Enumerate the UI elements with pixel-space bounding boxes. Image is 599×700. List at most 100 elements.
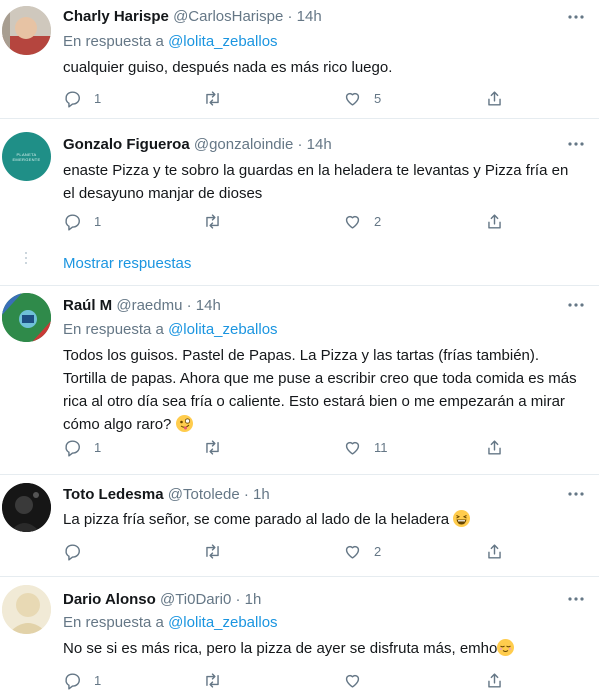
zany-face-icon [175, 415, 193, 432]
tweet-actions: 1 11 [63, 436, 563, 458]
reply-handle-link[interactable]: @lolita_zeballos [168, 33, 277, 50]
user-handle[interactable]: @Totolede [168, 486, 240, 503]
tweet[interactable]: Charly Harispe @CarlosHarispe · 14h En r… [0, 0, 599, 118]
tweet[interactable]: Toto Ledesma @Totolede · 1h La pizza frí… [0, 475, 599, 575]
reply-icon [65, 543, 80, 561]
more-options-icon[interactable] [567, 296, 585, 314]
like-count: 11 [374, 439, 388, 455]
timestamp[interactable]: 14h [297, 8, 322, 25]
reply-count: 1 [94, 439, 102, 455]
like-button[interactable]: 5 [343, 87, 381, 109]
user-name[interactable]: Charly Harispe [63, 8, 169, 25]
like-button[interactable] [343, 669, 374, 691]
like-button[interactable]: 11 [343, 436, 388, 458]
avatar[interactable]: PLANETA EMERGENTE [2, 132, 51, 181]
reply-handle-link[interactable]: @lolita_zeballos [168, 321, 277, 338]
like-count: 2 [374, 213, 382, 229]
reply-button[interactable]: 1 [63, 669, 101, 691]
separator: · [235, 591, 241, 608]
tweet-actions: 1 5 [63, 87, 563, 109]
retweet-button[interactable] [203, 669, 234, 691]
retweet-button[interactable] [203, 87, 234, 109]
reply-prefix: En respuesta a [63, 33, 164, 50]
reply-count: 1 [94, 672, 102, 688]
reply-icon [65, 90, 80, 108]
more-options-icon[interactable] [567, 8, 585, 26]
like-button[interactable]: 2 [343, 210, 381, 232]
reply-button[interactable]: 1 [63, 436, 101, 458]
more-options-icon[interactable] [567, 135, 585, 153]
user-handle[interactable]: @gonzaloindie [194, 136, 293, 153]
retweet-button[interactable] [203, 210, 234, 232]
avatar[interactable] [2, 483, 51, 532]
tweet-text-content: No se si es más rica, pero la pizza de a… [63, 640, 498, 657]
tweet-actions: 1 [63, 669, 563, 691]
share-icon [488, 672, 501, 688]
heart-icon [345, 215, 360, 229]
like-button[interactable]: 2 [343, 540, 381, 562]
retweet-icon [206, 672, 219, 688]
user-handle[interactable]: @raedmu [116, 297, 182, 314]
like-count: 2 [374, 543, 382, 559]
reply-button[interactable]: 1 [63, 87, 101, 109]
reply-handle-link[interactable]: @lolita_zeballos [168, 614, 277, 631]
timestamp[interactable]: 1h [245, 591, 262, 608]
share-button[interactable] [485, 210, 504, 232]
share-button[interactable] [485, 540, 504, 562]
reply-button[interactable] [63, 540, 94, 562]
tweet[interactable]: Raúl M @raedmu · 14h En respuesta a @lol… [0, 286, 599, 467]
heart-icon [345, 674, 360, 688]
user-name[interactable]: Gonzalo Figueroa [63, 136, 190, 153]
reply-button[interactable]: 1 [63, 210, 101, 232]
user-name[interactable]: Dario Alonso [63, 591, 156, 608]
tweet-text: cualquier guiso, después nada es más ric… [63, 59, 393, 76]
share-button[interactable] [485, 436, 504, 458]
tweet[interactable]: Dario Alonso @Ti0Dari0 · 1h En respuesta… [0, 577, 599, 700]
tweet-actions: 1 2 [63, 210, 563, 232]
heart-icon [345, 92, 360, 106]
reply-icon [65, 672, 80, 690]
tweet-text: Todos los guisos. Pastel de Papas. La Pi… [63, 344, 583, 436]
reply-count: 1 [94, 90, 102, 106]
separator: · [287, 8, 293, 25]
tweet-text: La pizza fría señor, se come parado al l… [63, 508, 583, 531]
more-options-icon[interactable] [567, 485, 585, 503]
thread-connector [24, 252, 28, 267]
retweet-button[interactable] [203, 540, 234, 562]
retweet-button[interactable] [203, 436, 234, 458]
show-replies-link[interactable]: Mostrar respuestas [63, 254, 191, 274]
share-icon [488, 439, 501, 455]
tweet-text: enaste Pizza y te sobro la guardas en la… [63, 162, 569, 202]
avatar[interactable] [2, 585, 51, 634]
user-handle[interactable]: @Ti0Dari0 [160, 591, 231, 608]
reply-icon [65, 213, 80, 231]
user-name[interactable]: Toto Ledesma [63, 486, 164, 503]
more-options-icon[interactable] [567, 590, 585, 608]
avatar[interactable] [2, 6, 51, 55]
separator: · [186, 297, 192, 314]
reply-prefix: En respuesta a [63, 321, 164, 338]
timestamp[interactable]: 14h [196, 297, 221, 314]
share-icon [488, 543, 501, 559]
timestamp[interactable]: 14h [307, 136, 332, 153]
retweet-icon [206, 439, 219, 455]
tweet-header: Raúl M @raedmu · 14h [63, 296, 221, 316]
tweet-text-content: La pizza fría señor, se come parado al l… [63, 511, 450, 528]
separator: · [297, 136, 303, 153]
share-button[interactable] [485, 669, 504, 691]
user-handle[interactable]: @CarlosHarispe [173, 8, 283, 25]
reply-context: En respuesta a @lolita_zeballos [63, 613, 278, 633]
tweet-text: No se si es más rica, pero la pizza de a… [63, 637, 583, 660]
reply-count: 1 [94, 213, 102, 229]
retweet-icon [206, 213, 219, 229]
reply-prefix: En respuesta a [63, 614, 164, 631]
timestamp[interactable]: 1h [253, 486, 270, 503]
avatar[interactable] [2, 293, 51, 342]
user-name[interactable]: Raúl M [63, 297, 112, 314]
tweet-header: Gonzalo Figueroa @gonzaloindie · 14h [63, 135, 332, 155]
tweet-header: Toto Ledesma @Totolede · 1h [63, 485, 270, 505]
retweet-icon [206, 543, 219, 559]
share-button[interactable] [485, 87, 504, 109]
like-count: 5 [374, 90, 382, 106]
share-icon [488, 90, 501, 106]
